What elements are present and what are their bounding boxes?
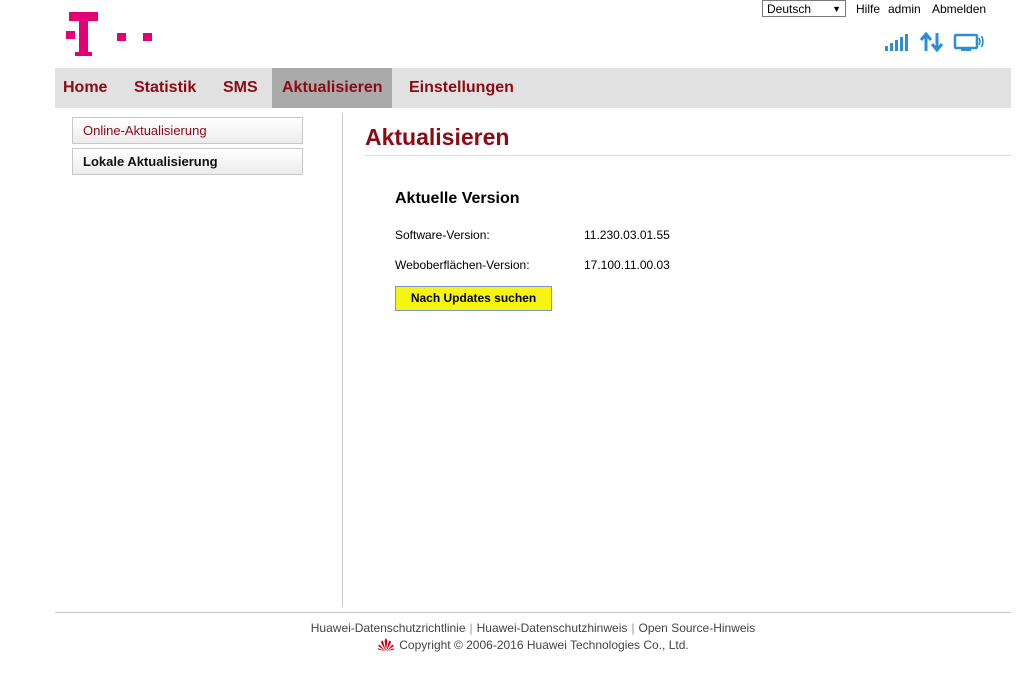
chevron-down-icon: ▼ (832, 4, 841, 14)
webui-version-label: Weboberflächen-Version: (395, 258, 530, 272)
software-version-label: Software-Version: (395, 228, 490, 242)
main-nav: Home Statistik SMS Aktualisieren Einstel… (55, 68, 1011, 108)
signal-strength-icon (885, 34, 908, 51)
nav-tab-statistik[interactable]: Statistik (134, 68, 196, 108)
content-divider (342, 113, 343, 607)
nav-tab-sms[interactable]: SMS (223, 68, 258, 108)
user-link[interactable]: admin (888, 2, 921, 16)
page-title: Aktualisieren (365, 124, 510, 150)
logout-link[interactable]: Abmelden (932, 2, 986, 16)
connected-device-icon (953, 33, 984, 51)
footer-separator: | (469, 621, 473, 635)
title-divider (365, 155, 1011, 156)
language-select-value: Deutsch (767, 2, 812, 16)
footer-separator: | (631, 621, 635, 635)
check-updates-button[interactable]: Nach Updates suchen (395, 286, 552, 311)
nav-tab-home[interactable]: Home (63, 68, 107, 108)
language-select[interactable]: Deutsch ▼ (762, 0, 846, 17)
nav-tab-aktualisieren[interactable]: Aktualisieren (272, 68, 393, 108)
sidebar-item-online-update[interactable]: Online-Aktualisierung (72, 117, 303, 144)
software-version-value: 11.230.03.01.55 (584, 228, 670, 242)
help-link[interactable]: Hilfe (856, 2, 880, 16)
footer-link-privacy-notice[interactable]: Huawei-Datenschutzhinweis (477, 621, 628, 635)
section-title: Aktuelle Version (395, 190, 520, 207)
footer-link-privacy-policy[interactable]: Huawei-Datenschutzrichtlinie (311, 621, 466, 635)
footer-divider (55, 612, 1011, 613)
nav-tab-einstellungen[interactable]: Einstellungen (409, 68, 514, 108)
footer-links: Huawei-Datenschutzrichtlinie | Huawei-Date… (0, 621, 1026, 635)
telekom-logo (66, 12, 152, 56)
data-transfer-icon (920, 32, 944, 52)
copyright-text: Copyright © 2006-2016 Huawei Technologie… (399, 638, 689, 652)
copyright: Copyright © 2006-2016 Huawei Technologie… (0, 638, 1026, 652)
footer-link-open-source[interactable]: Open Source-Hinweis (639, 621, 756, 635)
huawei-logo-icon (377, 638, 395, 651)
sidebar-item-local-update[interactable]: Lokale Aktualisierung (72, 148, 303, 175)
webui-version-value: 17.100.11.00.03 (584, 258, 670, 272)
